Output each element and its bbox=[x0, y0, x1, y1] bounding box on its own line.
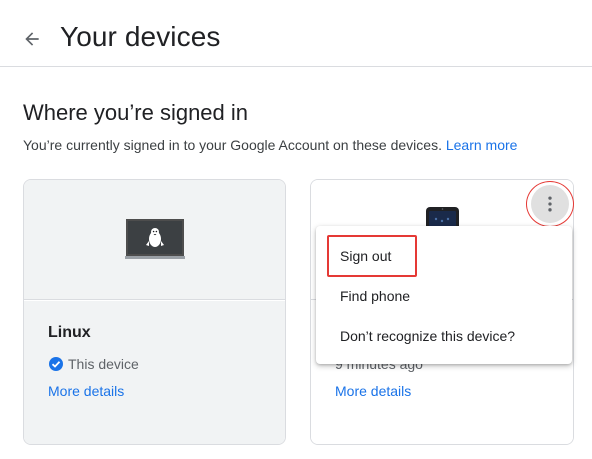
page-title: Your devices bbox=[60, 21, 221, 52]
device-name: Linux bbox=[48, 324, 91, 341]
arrow-left-icon bbox=[25, 32, 39, 46]
section-title: Where you’re signed in bbox=[23, 100, 249, 125]
check-circle-icon bbox=[49, 357, 63, 371]
more-vert-icon bbox=[548, 196, 552, 212]
device-options-menu: Sign out Find phone Don’t recognize this… bbox=[316, 226, 572, 364]
device-card-image-area bbox=[24, 180, 285, 300]
more-options-button-bg bbox=[531, 185, 569, 223]
more-details-link[interactable]: More details bbox=[48, 383, 124, 399]
section-description: You’re currently signed in to your Googl… bbox=[23, 137, 517, 153]
section-description-text: You’re currently signed in to your Googl… bbox=[23, 137, 442, 153]
page-header: Your devices bbox=[0, 0, 592, 67]
menu-item-dont-recognize[interactable]: Don’t recognize this device? bbox=[316, 316, 572, 356]
device-card-details bbox=[24, 301, 285, 444]
learn-more-link[interactable]: Learn more bbox=[446, 137, 518, 153]
more-details-link[interactable]: More details bbox=[335, 383, 411, 399]
this-device-status: This device bbox=[48, 356, 139, 372]
more-options-button[interactable] bbox=[526, 181, 574, 227]
device-status-text: This device bbox=[68, 356, 139, 372]
menu-item-sign-out[interactable]: Sign out bbox=[316, 236, 572, 276]
linux-laptop-icon bbox=[125, 219, 185, 259]
menu-item-find-phone[interactable]: Find phone bbox=[316, 276, 572, 316]
device-card-linux[interactable]: Linux This device More details bbox=[23, 179, 286, 445]
back-button[interactable] bbox=[18, 25, 46, 53]
